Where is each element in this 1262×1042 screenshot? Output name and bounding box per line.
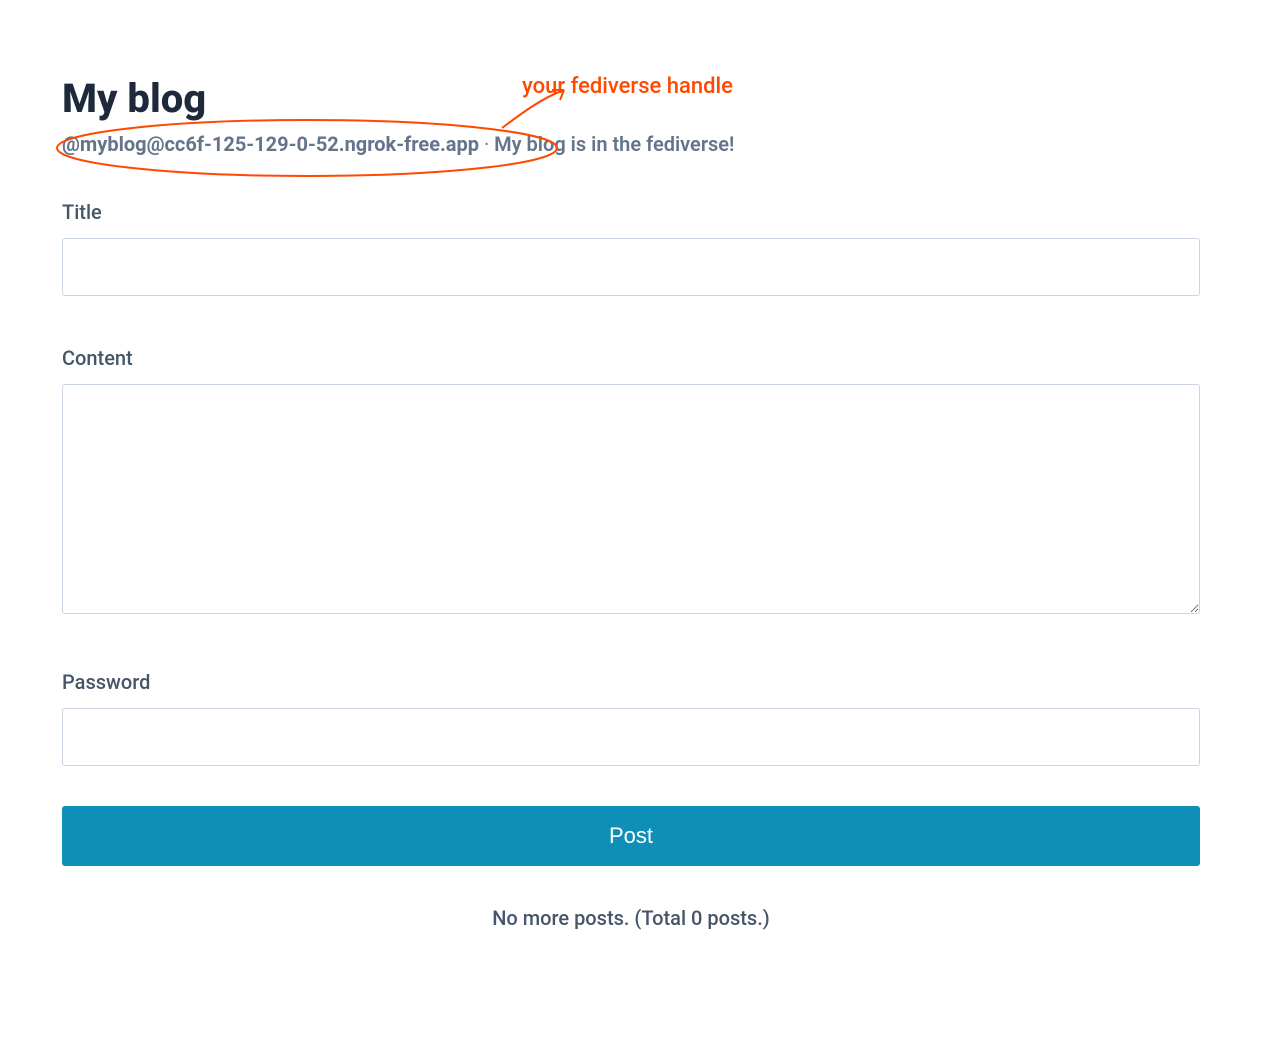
password-label: Password [62, 670, 1200, 694]
tagline: My blog is in the fediverse! [494, 132, 734, 156]
content-group: Content [62, 346, 1200, 618]
password-input[interactable] [62, 708, 1200, 766]
post-button[interactable]: Post [62, 806, 1200, 866]
fediverse-handle: @myblog@cc6f-125-129-0-52.ngrok-free.app [62, 132, 479, 156]
page-title: My blog [62, 75, 1200, 122]
content-label: Content [62, 346, 1200, 370]
title-input[interactable] [62, 238, 1200, 296]
posts-status: No more posts. (Total 0 posts.) [62, 906, 1200, 930]
separator: · [479, 132, 494, 156]
title-label: Title [62, 200, 1200, 224]
password-group: Password [62, 670, 1200, 766]
content-input[interactable] [62, 384, 1200, 614]
subtitle-row: @myblog@cc6f-125-129-0-52.ngrok-free.app… [62, 132, 1200, 156]
title-group: Title [62, 200, 1200, 296]
